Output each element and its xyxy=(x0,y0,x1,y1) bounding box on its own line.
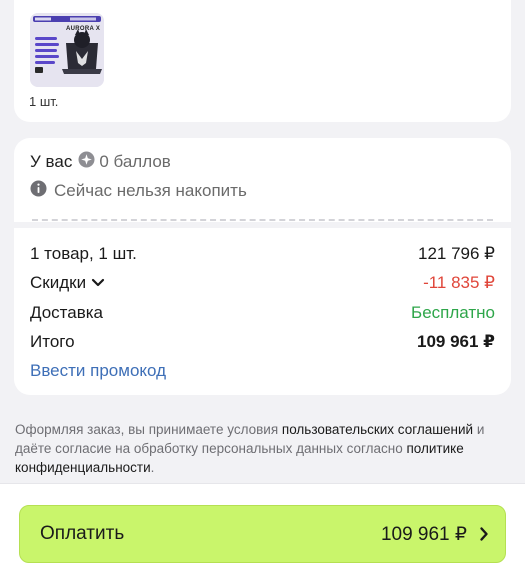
summary-delivery-row: Доставка Бесплатно xyxy=(30,303,495,323)
product-card: AURORA X 1 шт. xyxy=(14,0,511,122)
product-quantity: 1 шт. xyxy=(29,94,59,109)
total-value: 109 961 ₽ xyxy=(416,332,495,351)
discount-value: -11 835 ₽ xyxy=(423,273,495,292)
discount-toggle[interactable]: Скидки xyxy=(30,273,105,293)
info-icon xyxy=(30,180,47,202)
chevron-down-icon xyxy=(91,278,105,287)
legal-notice: Оформляя заказ, вы принимаете условия по… xyxy=(15,420,510,477)
legal-text-3: . xyxy=(150,460,155,475)
bottom-pay-bar: Оплатить 109 961 ₽ xyxy=(0,483,525,577)
delivery-label: Доставка xyxy=(30,303,104,322)
promo-code-link[interactable]: Ввести промокод xyxy=(30,361,166,381)
dashed-divider xyxy=(32,219,493,221)
chevron-right-icon xyxy=(480,527,488,541)
points-info-text: Сейчас нельзя накопить xyxy=(54,181,247,200)
thumbnail-title: AURORA X xyxy=(66,26,101,32)
pay-button[interactable]: Оплатить 109 961 ₽ xyxy=(19,505,506,563)
summary-discount-row[interactable]: Скидки -11 835 ₽ xyxy=(30,273,495,293)
items-value: 121 796 ₽ xyxy=(418,244,495,263)
pay-button-amount-group: 109 961 ₽ xyxy=(381,523,489,546)
items-label: 1 товар, 1 шт. xyxy=(30,244,137,263)
points-coin-icon xyxy=(78,151,95,173)
order-summary-card: 1 товар, 1 шт. 121 796 ₽ Скидки -11 835 … xyxy=(14,228,511,395)
points-card: У вас 0 баллов Сейчас нельзя накопить xyxy=(14,138,511,222)
delivery-value: Бесплатно xyxy=(411,303,495,322)
laptop-product-image xyxy=(30,13,104,87)
summary-total-row: Итого 109 961 ₽ xyxy=(30,332,495,352)
pay-button-label: Оплатить xyxy=(40,523,125,544)
points-balance-row: У вас 0 баллов xyxy=(30,151,171,173)
user-agreements-link[interactable]: пользовательских соглашений xyxy=(282,422,473,437)
total-label: Итого xyxy=(30,332,75,351)
summary-items-row: 1 товар, 1 шт. 121 796 ₽ xyxy=(30,244,495,264)
product-thumbnail[interactable]: AURORA X xyxy=(30,13,104,87)
legal-text-1: Оформляя заказ, вы принимаете условия xyxy=(15,422,282,437)
points-info-row: Сейчас нельзя накопить xyxy=(30,180,247,202)
pay-button-amount: 109 961 ₽ xyxy=(380,523,467,545)
points-prefix: У вас xyxy=(30,152,73,171)
points-balance: 0 баллов xyxy=(99,152,171,171)
discount-label: Скидки xyxy=(30,273,87,292)
